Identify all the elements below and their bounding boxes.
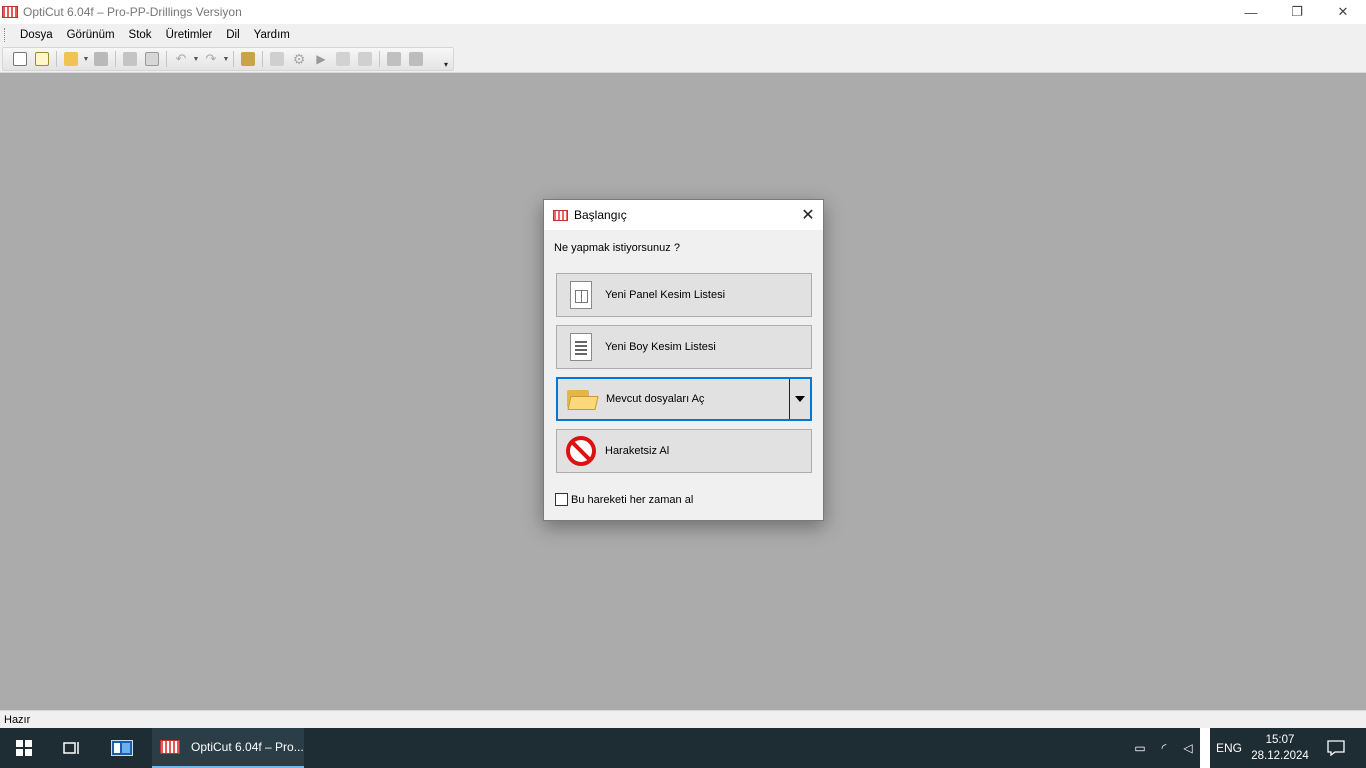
menu-bar: Dosya Görünüm Stok Üretimler Dil Yardım xyxy=(0,24,1366,46)
toolbar-separator xyxy=(56,51,57,67)
open-folder-icon xyxy=(558,377,606,421)
no-action-button[interactable]: Haraketsiz Al xyxy=(556,429,812,473)
redo-dropdown-icon[interactable]: ▼ xyxy=(222,56,230,63)
save-icon[interactable] xyxy=(90,49,112,69)
always-do-label: Bu hareketi her zaman al xyxy=(571,493,694,506)
toolbar-separator xyxy=(262,51,263,67)
print-preview-icon[interactable] xyxy=(141,49,163,69)
no-action-label: Haraketsiz Al xyxy=(605,445,670,457)
menu-yardim[interactable]: Yardım xyxy=(247,24,297,46)
window-controls: — ❐ ✕ xyxy=(1228,0,1366,24)
menu-stok[interactable]: Stok xyxy=(122,24,159,46)
menu-grip[interactable] xyxy=(4,28,7,42)
start-button[interactable] xyxy=(0,728,48,768)
startup-dialog: Başlangıç ✕ Ne yapmak istiyorsunuz ? Yen… xyxy=(543,199,824,521)
new-panel-icon[interactable] xyxy=(9,49,31,69)
run-icon[interactable]: ▶ xyxy=(310,49,332,69)
dialog-prompt: Ne yapmak istiyorsunuz ? xyxy=(554,242,680,254)
minimize-button[interactable]: — xyxy=(1228,0,1274,24)
always-do-checkbox[interactable] xyxy=(555,493,568,506)
language-indicator[interactable]: ENG xyxy=(1210,728,1248,768)
clock-date: 28.12.2024 xyxy=(1251,750,1309,762)
export-icon[interactable] xyxy=(332,49,354,69)
status-bar: Hazır xyxy=(0,710,1366,728)
report-icon[interactable] xyxy=(383,49,405,69)
new-linear-list-label: Yeni Boy Kesim Listesi xyxy=(605,341,716,353)
windows-logo-icon xyxy=(16,740,32,756)
task-view-button[interactable] xyxy=(48,728,96,768)
file-explorer-button[interactable] xyxy=(98,728,146,768)
undo-dropdown-icon[interactable]: ▼ xyxy=(192,56,200,63)
battery-icon[interactable]: ▭ xyxy=(1128,728,1152,768)
redo-icon[interactable]: ↷ xyxy=(200,49,222,69)
open-existing-dropdown[interactable] xyxy=(789,379,810,419)
settings-icon[interactable]: ⚙ xyxy=(288,49,310,69)
toolbar-overflow-icon[interactable]: ▾ xyxy=(444,61,452,69)
dialog-app-icon xyxy=(553,209,568,221)
new-panel-list-button[interactable]: Yeni Panel Kesim Listesi xyxy=(556,273,812,317)
always-do-checkbox-row[interactable]: Bu hareketi her zaman al xyxy=(555,493,693,506)
panel-document-icon xyxy=(557,273,605,317)
print-icon[interactable] xyxy=(119,49,141,69)
window-title: OptiCut 6.04f – Pro-PP-Drillings Versiyo… xyxy=(23,5,242,19)
toolbar-separator xyxy=(166,51,167,67)
new-linear-icon[interactable] xyxy=(31,49,53,69)
notification-center-button[interactable] xyxy=(1318,728,1354,768)
system-tray: ▭ ◜ ◁ xyxy=(1128,728,1200,768)
dialog-title: Başlangıç xyxy=(574,208,627,222)
dialog-title-bar: Başlangıç ✕ xyxy=(544,200,823,230)
new-linear-list-button[interactable]: Yeni Boy Kesim Listesi xyxy=(556,325,812,369)
menu-uretimler[interactable]: Üretimler xyxy=(159,24,220,46)
open-dropdown-icon[interactable]: ▼ xyxy=(82,56,90,63)
menu-gorunum[interactable]: Görünüm xyxy=(60,24,122,46)
tools-icon[interactable] xyxy=(405,49,427,69)
taskbar-opticut-button[interactable]: OptiCut 6.04f – Pro... xyxy=(152,728,304,768)
toolbar-row: ▼ ↶ ▼ ↷ ▼ ⚙ ▶ ▾ xyxy=(0,46,1366,73)
taskbar-app-label: OptiCut 6.04f – Pro... xyxy=(191,740,304,754)
app-icon xyxy=(2,6,18,18)
chevron-down-icon xyxy=(795,396,805,402)
no-entry-icon xyxy=(557,429,605,473)
menu-dil[interactable]: Dil xyxy=(219,24,246,46)
list-document-icon xyxy=(557,325,605,369)
toolbar-separator xyxy=(115,51,116,67)
restore-button[interactable]: ❐ xyxy=(1274,0,1320,24)
tray-divider xyxy=(1200,728,1210,768)
volume-icon[interactable]: ◁ xyxy=(1176,728,1200,768)
open-folder-icon[interactable] xyxy=(60,49,82,69)
toolbar-separator xyxy=(379,51,380,67)
taskbar: OptiCut 6.04f – Pro... ▭ ◜ ◁ ENG 15:07 2… xyxy=(0,728,1366,768)
notification-icon xyxy=(1327,740,1345,756)
toolbar: ▼ ↶ ▼ ↷ ▼ ⚙ ▶ ▾ xyxy=(2,47,454,71)
clock[interactable]: 15:07 28.12.2024 xyxy=(1248,728,1312,768)
toolbar-separator xyxy=(233,51,234,67)
stock-icon[interactable] xyxy=(237,49,259,69)
title-bar: OptiCut 6.04f – Pro-PP-Drillings Versiyo… xyxy=(0,0,1366,24)
task-view-icon xyxy=(63,742,79,754)
optimize-icon[interactable] xyxy=(354,49,376,69)
new-panel-list-label: Yeni Panel Kesim Listesi xyxy=(605,289,726,301)
opticut-icon xyxy=(160,740,180,754)
undo-icon[interactable]: ↶ xyxy=(170,49,192,69)
close-button[interactable]: ✕ xyxy=(1320,0,1366,24)
open-existing-label: Mevcut dosyaları Aç xyxy=(606,393,705,405)
open-existing-button[interactable]: Mevcut dosyaları Aç xyxy=(556,377,812,421)
status-text: Hazır xyxy=(4,714,31,726)
clock-time: 15:07 xyxy=(1265,734,1295,746)
file-explorer-icon xyxy=(111,740,133,756)
edit-icon[interactable] xyxy=(266,49,288,69)
wifi-icon[interactable]: ◜ xyxy=(1152,728,1176,768)
dialog-close-button[interactable]: ✕ xyxy=(793,200,823,230)
menu-dosya[interactable]: Dosya xyxy=(13,24,60,46)
